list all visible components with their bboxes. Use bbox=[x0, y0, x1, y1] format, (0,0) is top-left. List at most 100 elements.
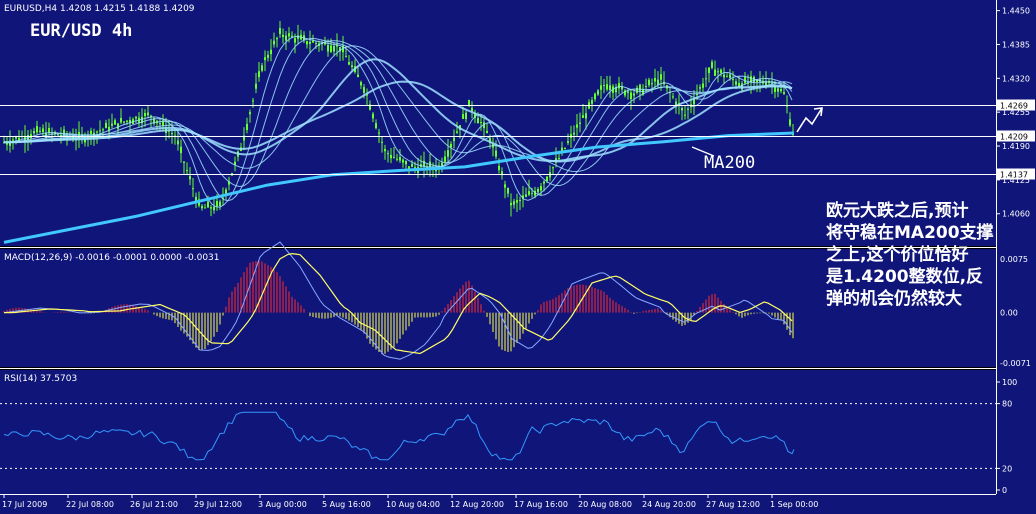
price-tick-label: 1.4320 bbox=[1002, 74, 1030, 83]
candle-body bbox=[699, 87, 701, 89]
time-tick-label: 24 Aug 20:00 bbox=[642, 500, 696, 509]
candle-body bbox=[597, 90, 599, 95]
candle-body bbox=[264, 57, 266, 61]
candle-body bbox=[651, 83, 653, 85]
candle-body bbox=[477, 117, 479, 124]
candle-body bbox=[285, 35, 287, 41]
candle-body bbox=[99, 130, 101, 132]
candle-body bbox=[270, 49, 272, 55]
candle-body bbox=[531, 192, 533, 194]
candle-body bbox=[570, 134, 572, 138]
rsi-tick-label: 20 bbox=[1002, 464, 1012, 473]
candle-body bbox=[516, 200, 518, 203]
candle-body bbox=[735, 81, 737, 85]
candle-body bbox=[126, 120, 128, 122]
rsi-title: RSI(14) 37.5703 bbox=[4, 374, 77, 384]
candle-body bbox=[279, 28, 281, 35]
candle-body bbox=[384, 149, 386, 152]
candle-body bbox=[606, 84, 608, 90]
candle-body bbox=[633, 93, 635, 96]
candle-body bbox=[327, 44, 329, 52]
candle-body bbox=[357, 74, 359, 78]
candle-body bbox=[714, 69, 716, 76]
rsi-tick-label: 80 bbox=[1002, 400, 1012, 409]
candle-body bbox=[585, 113, 587, 119]
time-tick-label: 29 Jul 12:00 bbox=[194, 500, 242, 509]
candle-body bbox=[789, 119, 791, 126]
candle-body bbox=[546, 176, 548, 181]
candle-body bbox=[582, 115, 584, 118]
candle-body bbox=[276, 38, 278, 40]
candle-body bbox=[504, 184, 506, 188]
candle-body bbox=[444, 156, 446, 162]
rsi-panel[interactable] bbox=[0, 370, 996, 494]
candle-body bbox=[36, 126, 38, 133]
candle-body bbox=[402, 159, 404, 163]
candle-body bbox=[396, 158, 398, 160]
candle-body bbox=[258, 71, 260, 78]
time-tick-label: 26 Jul 21:00 bbox=[130, 500, 178, 509]
candle-body bbox=[210, 207, 212, 209]
candle-body bbox=[120, 118, 122, 123]
candle-body bbox=[543, 181, 545, 184]
candle-body bbox=[411, 163, 413, 167]
macd-tick-label: -0.0071 bbox=[1000, 359, 1031, 368]
candle-body bbox=[12, 139, 14, 141]
candle-body bbox=[567, 141, 569, 143]
candle-body bbox=[33, 131, 35, 134]
candle-body bbox=[147, 112, 149, 116]
candle-body bbox=[495, 150, 497, 157]
candle-body bbox=[294, 37, 296, 43]
candle-body bbox=[480, 122, 482, 124]
candle-body bbox=[189, 176, 191, 180]
candle-body bbox=[462, 114, 464, 119]
candle-body bbox=[42, 128, 44, 132]
candle-body bbox=[405, 161, 407, 165]
candle-body bbox=[732, 79, 734, 81]
candle-body bbox=[537, 189, 539, 193]
candle-body bbox=[711, 61, 713, 68]
candle-body bbox=[720, 69, 722, 73]
candle-body bbox=[708, 67, 710, 74]
candle-body bbox=[252, 100, 254, 102]
candle-body bbox=[255, 83, 257, 89]
candle-body bbox=[717, 71, 719, 73]
price-tick-label: 1.4255 bbox=[1002, 108, 1030, 117]
candle-body bbox=[528, 191, 530, 195]
candle-body bbox=[201, 205, 203, 209]
candle-body bbox=[114, 120, 116, 125]
candle-body bbox=[177, 140, 179, 145]
candle-body bbox=[600, 85, 602, 90]
time-tick-label: 1 Sep 00:00 bbox=[770, 500, 818, 509]
candle-body bbox=[39, 130, 41, 132]
price-tick-label: 1.4190 bbox=[1002, 142, 1030, 151]
candle-body bbox=[246, 123, 248, 131]
rsi-tick-label: 0 bbox=[1002, 486, 1007, 495]
candle-body bbox=[486, 130, 488, 134]
candle-body bbox=[603, 85, 605, 87]
candle-body bbox=[648, 79, 650, 86]
candle-body bbox=[513, 201, 515, 205]
candle-body bbox=[777, 88, 779, 92]
candle-body bbox=[738, 82, 740, 87]
candle-body bbox=[414, 166, 416, 168]
chart-window: 1.4269 1.4209 1.4137 1.4450 1.4385 1.4320 1.4… bbox=[0, 0, 1036, 514]
candle-body bbox=[654, 78, 656, 82]
candle-body bbox=[558, 157, 560, 159]
candle-body bbox=[306, 41, 308, 45]
symbol-line: EURUSD,H4 1.4208 1.4215 1.4188 1.4209 bbox=[4, 4, 195, 14]
level-label: 1.4209 bbox=[1000, 133, 1028, 142]
candle-body bbox=[660, 74, 662, 80]
candle-body bbox=[330, 45, 332, 52]
candle-body bbox=[111, 123, 113, 126]
rsi-tick-label: 100 bbox=[1002, 378, 1017, 387]
macd-title: MACD(12,26,9) -0.0016 -0.0001 0.0000 -0.… bbox=[4, 253, 220, 263]
candle-body bbox=[213, 206, 215, 211]
candle-body bbox=[282, 34, 284, 37]
candle-body bbox=[216, 201, 218, 207]
candle-body bbox=[591, 100, 593, 104]
candle-body bbox=[687, 108, 689, 110]
candle-body bbox=[609, 85, 611, 91]
candle-body bbox=[726, 76, 728, 78]
time-tick-label: 20 Aug 08:00 bbox=[578, 500, 632, 509]
